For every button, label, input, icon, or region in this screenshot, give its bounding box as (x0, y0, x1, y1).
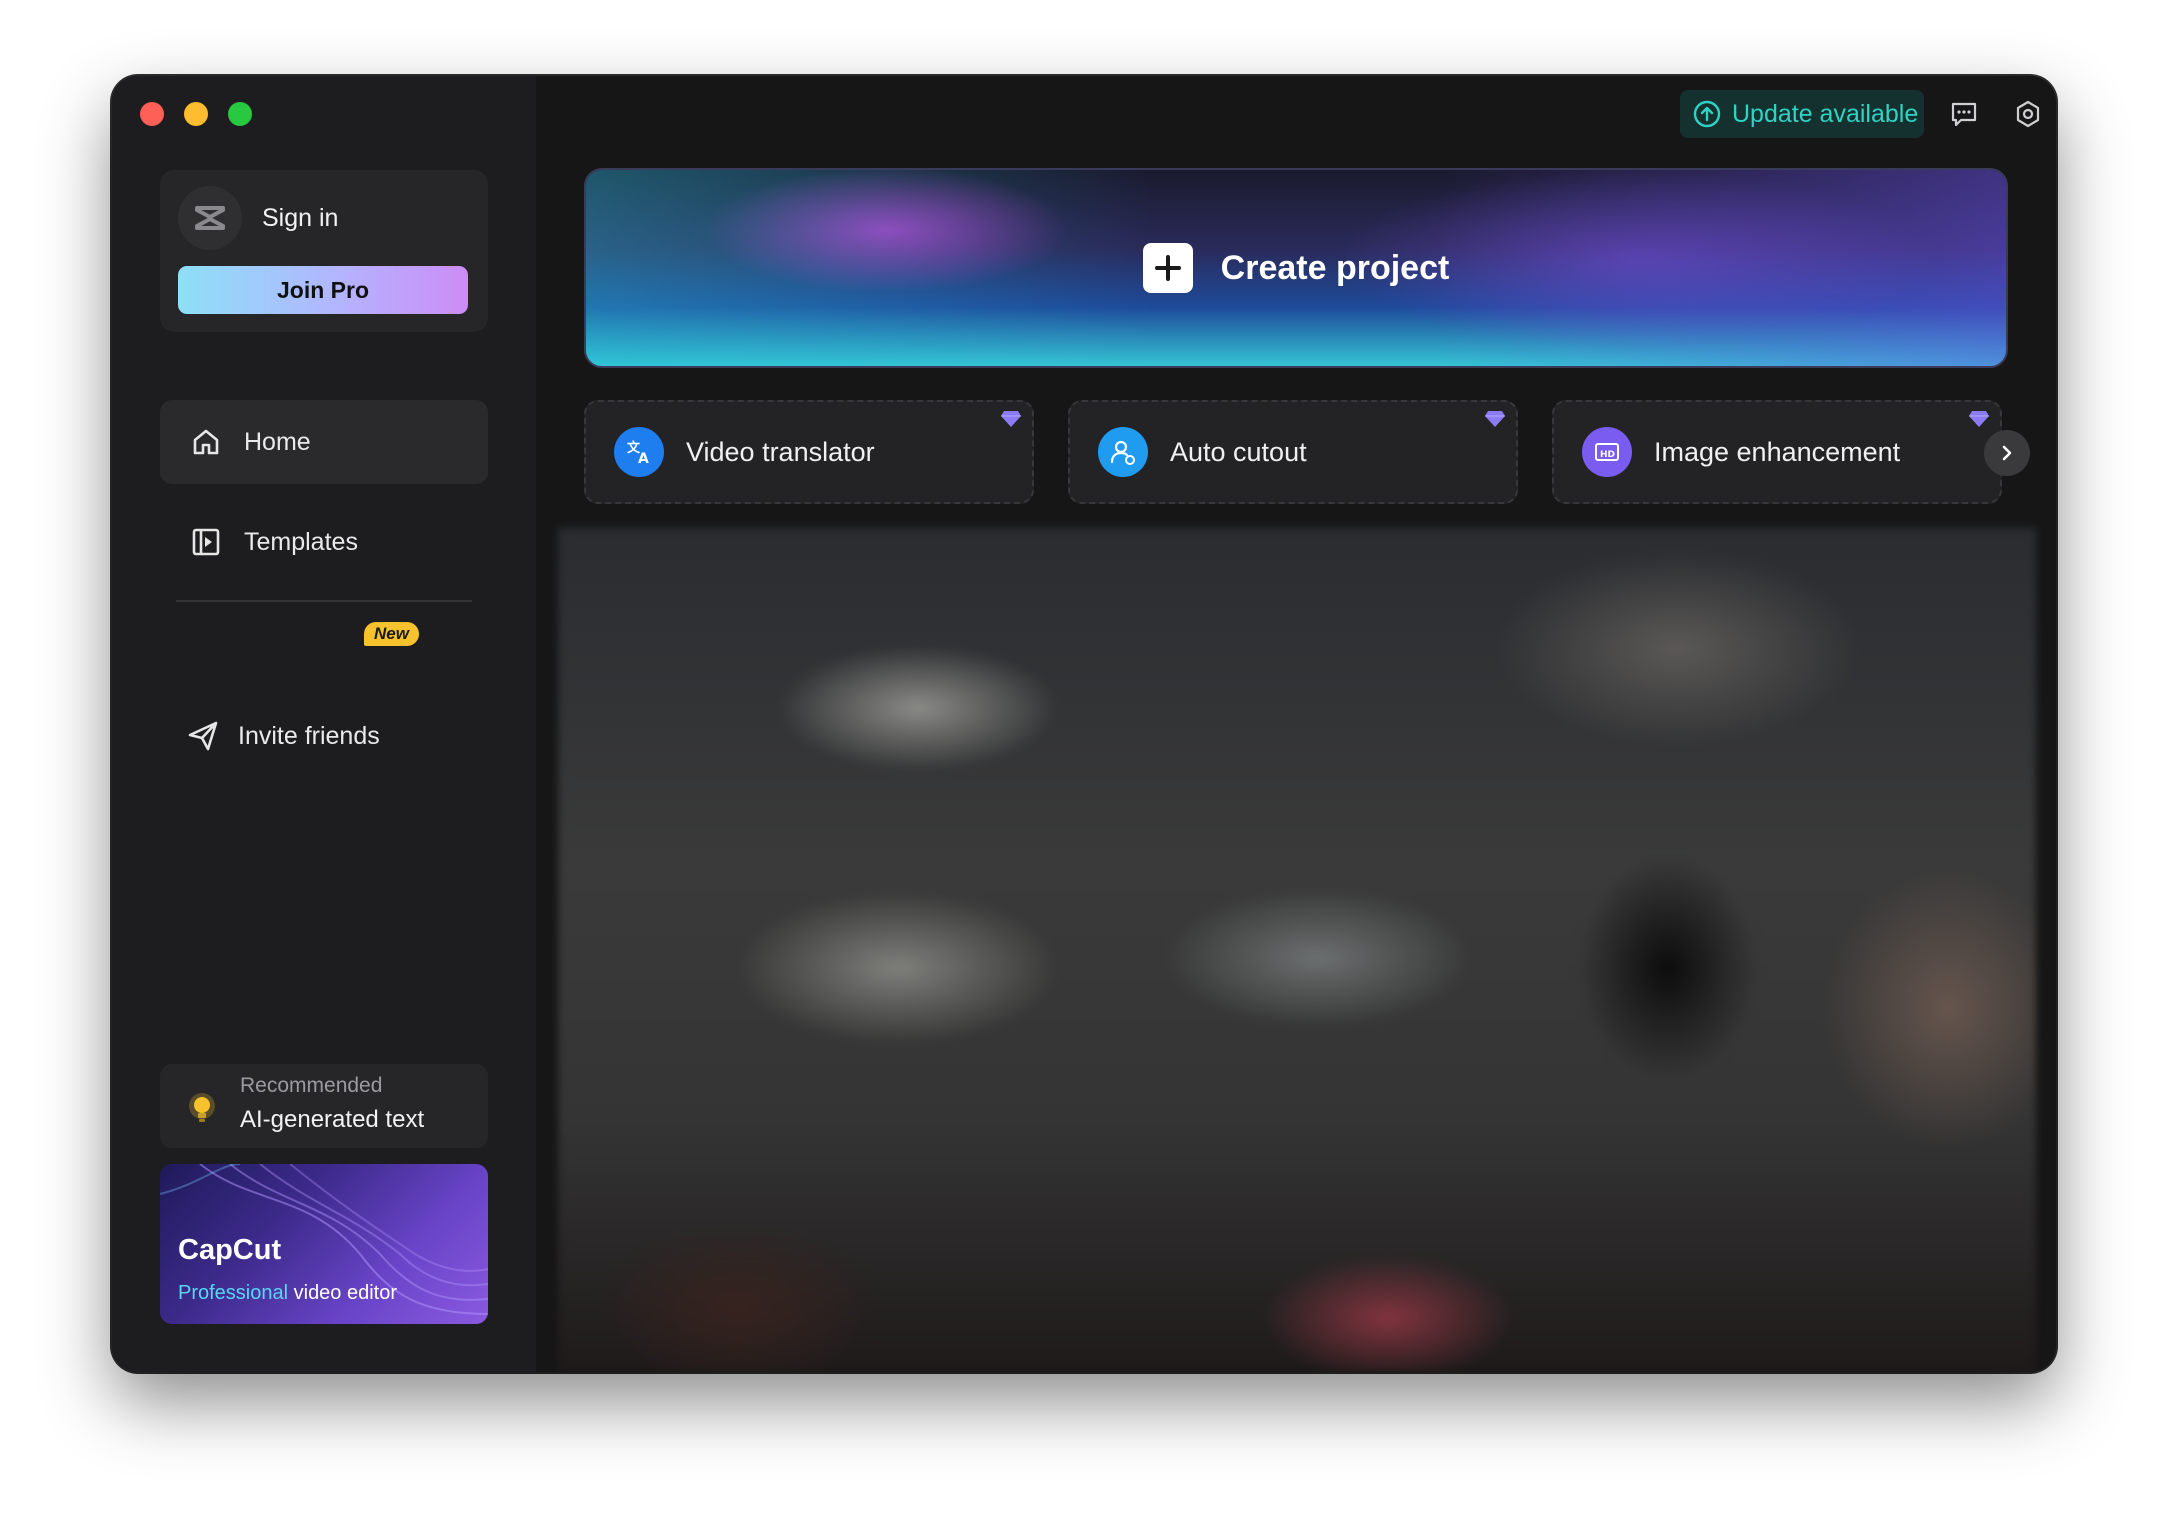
signin-label[interactable]: Sign in (262, 204, 338, 233)
tool-card-video-translator[interactable]: 文 A Video translator (584, 400, 1034, 504)
nav-label-invite-friends: Invite friends (238, 721, 380, 750)
translate-icon: 文 A (614, 427, 664, 477)
signin-row[interactable]: Sign in (178, 186, 338, 250)
new-badge: New (364, 622, 419, 646)
traffic-lights (140, 102, 252, 126)
tool-card-image-enhancement[interactable]: HD Image enhancement (1552, 400, 2002, 504)
settings-icon[interactable] (2008, 94, 2048, 134)
send-icon (188, 721, 218, 751)
nav-label-home: Home (244, 427, 311, 456)
tool-label-auto-cutout: Auto cutout (1170, 436, 1307, 467)
signin-card: Sign in Join Pro (160, 170, 488, 332)
promo-subtitle: Professional video editor (178, 1282, 397, 1305)
promo-subtitle-rest: video editor (288, 1282, 398, 1304)
minimize-window-button[interactable] (184, 102, 208, 126)
nav-divider (176, 600, 472, 602)
promo-title: CapCut (178, 1234, 282, 1266)
sidebar: Sign in Join Pro Home Templates Invite f… (112, 76, 536, 1372)
premium-gem-icon (1969, 411, 1989, 427)
nav-item-templates[interactable]: Templates (160, 500, 488, 584)
home-icon (193, 429, 219, 455)
feedback-icon[interactable] (1944, 94, 1984, 134)
capcut-promo-banner[interactable]: CapCut Professional video editor (160, 1164, 488, 1324)
create-project-label: Create project (1220, 248, 1450, 287)
join-pro-button[interactable]: Join Pro (178, 266, 468, 314)
nav-item-invite-friends[interactable]: Invite friends (160, 694, 488, 778)
arrow-up-circle-icon (1693, 100, 1721, 128)
recommended-caption: Recommended (240, 1074, 383, 1097)
premium-gem-icon (1001, 411, 1021, 427)
tool-label-image-enhancement: Image enhancement (1654, 436, 1901, 467)
templates-icon (192, 528, 220, 556)
app-window: Sign in Join Pro Home Templates Invite f… (112, 76, 2056, 1372)
nav-label-templates: Templates (244, 527, 358, 556)
recommended-card[interactable]: Recommended AI-generated text (160, 1064, 488, 1148)
close-window-button[interactable] (140, 102, 164, 126)
chevron-right-icon[interactable] (1984, 430, 2030, 476)
recommended-title: AI-generated text (240, 1106, 425, 1133)
hd-icon: HD (1582, 427, 1632, 477)
zoom-window-button[interactable] (228, 102, 252, 126)
blurred-content-preview (558, 528, 2036, 1372)
create-project-content: Create project (586, 170, 2006, 366)
update-available-button[interactable]: Update available (1680, 90, 1924, 138)
lightbulb-icon (189, 1093, 215, 1122)
person-cutout-icon (1098, 427, 1148, 477)
update-label: Update available (1732, 99, 1919, 128)
capcut-logo-icon (178, 186, 242, 250)
premium-gem-icon (1485, 411, 1505, 427)
tool-card-auto-cutout[interactable]: Auto cutout (1068, 400, 1518, 504)
tool-label-video-translator: Video translator (686, 436, 875, 467)
svg-text:A: A (638, 451, 649, 467)
nav-item-home[interactable]: Home (160, 400, 488, 484)
create-project-banner[interactable]: Create project (584, 168, 2008, 368)
promo-subtitle-accent: Professional (178, 1282, 289, 1304)
plus-icon (1142, 243, 1193, 293)
svg-text:HD: HD (1600, 450, 1615, 460)
